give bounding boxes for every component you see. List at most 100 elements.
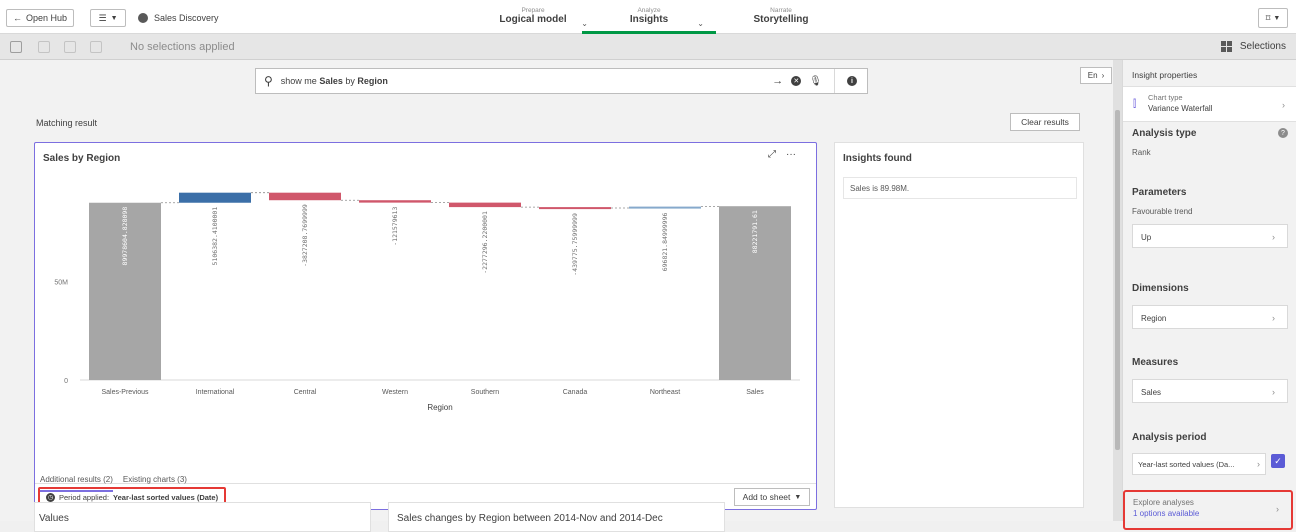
microphone-icon[interactable]: 🎙︎ — [809, 76, 822, 87]
tab-existing-charts[interactable]: Existing charts (3) — [123, 470, 187, 492]
clear-all-icon[interactable] — [90, 41, 102, 53]
scrollbar-thumb[interactable] — [1115, 110, 1120, 450]
waterfall-bar — [179, 192, 251, 203]
tab-analyze-label: Insights — [629, 14, 669, 25]
insight-properties-panel: Insight properties ⫿ Chart type Variance… — [1122, 60, 1296, 530]
waterfall-bar — [539, 207, 611, 210]
measure-value: Sales — [1141, 388, 1162, 397]
search-icon: ⚲ — [264, 74, 273, 88]
values-card[interactable]: Values — [34, 502, 371, 532]
x-tick-label: Southern — [471, 389, 500, 396]
x-tick-label: Sales-Previous — [101, 389, 149, 396]
tab-analyze-caption: Analyze — [637, 7, 661, 14]
add-to-sheet-button[interactable]: Add to sheet ▼ — [734, 488, 810, 506]
chevron-right-icon: › — [1282, 100, 1285, 110]
data-label: 5106382.4100001 — [211, 207, 219, 266]
tab-narrate-label: Storytelling — [753, 14, 809, 25]
search-text-dimension: Region — [357, 76, 388, 86]
app-icon — [138, 13, 148, 23]
waterfall-bar — [629, 206, 701, 209]
period-label: Period applied: — [59, 492, 110, 502]
submit-arrow-icon[interactable]: → — [772, 75, 783, 87]
step-back-icon[interactable] — [38, 41, 50, 53]
caret-down-icon: ▼ — [110, 14, 118, 22]
smart-search-icon[interactable] — [10, 41, 22, 53]
insights-panel: Insights found Sales is 89.98M. — [834, 142, 1084, 508]
data-label: 89978604.828098 — [121, 207, 129, 266]
x-tick-label: Central — [294, 389, 317, 396]
analysis-type-value: Rank — [1132, 148, 1151, 157]
favourable-trend-field[interactable]: Up › — [1132, 224, 1288, 248]
app-name-label: Sales Discovery — [154, 13, 219, 23]
insight-search-bar[interactable]: ⚲ show me Sales by Region → ✕ 🎙︎ i — [255, 68, 868, 94]
language-button[interactable]: En › — [1080, 67, 1112, 84]
period-value: Year-last sorted values (Date) — [113, 492, 219, 502]
selections-grid-icon — [1220, 41, 1232, 52]
results-tabs: Additional results (2) Existing charts (… — [40, 470, 187, 492]
chevron-right-icon: › — [1272, 387, 1275, 397]
selection-bar: No selections applied Selections — [0, 34, 1296, 60]
chevron-down-icon[interactable]: ⌄ — [697, 19, 704, 28]
data-label: -3827208.7699999 — [301, 204, 309, 267]
chart-type-selector[interactable]: ⫿ Chart type Variance Waterfall › — [1123, 86, 1296, 122]
apply-period-button[interactable]: ✓ — [1271, 454, 1285, 468]
hamburger-icon: ☰ — [98, 12, 107, 23]
search-text-measure: Sales — [319, 76, 343, 86]
open-hub-label: Open Hub — [26, 13, 68, 23]
sales-changes-card[interactable]: Sales changes by Region between 2014-Nov… — [388, 502, 725, 532]
info-icon[interactable]: i — [847, 76, 857, 86]
search-input[interactable]: show me Sales by Region — [281, 76, 388, 86]
tab-prepare-caption: Prepare — [521, 7, 545, 14]
open-hub-button[interactable]: ← Open Hub — [6, 9, 75, 27]
x-tick-label: Sales — [746, 389, 764, 396]
waterfall-bar — [449, 202, 521, 208]
app-title: Sales Discovery — [138, 13, 219, 23]
no-selections-text: No selections applied — [130, 41, 235, 53]
selections-button[interactable]: Selections — [1220, 41, 1286, 52]
chart-type-value: Variance Waterfall — [1148, 104, 1213, 113]
search-text-connector: by — [342, 76, 358, 86]
favourable-trend-label: Favourable trend — [1132, 207, 1193, 216]
data-label: -2277296.2200001 — [481, 211, 489, 274]
waterfall-bar — [269, 192, 341, 201]
chevron-right-icon: › — [1272, 313, 1275, 323]
data-label: 696821.84999996 — [661, 213, 669, 272]
tab-additional-results[interactable]: Additional results (2) — [40, 470, 113, 492]
clear-search-icon[interactable]: ✕ — [791, 76, 802, 86]
navigation-menu-button[interactable]: ☰ ▼ — [90, 9, 126, 27]
main-scrollbar[interactable] — [1113, 60, 1122, 521]
chevron-right-icon: › — [1272, 232, 1275, 242]
x-tick-label: International — [196, 389, 235, 396]
explore-analyses-label: Explore analyses — [1133, 498, 1194, 507]
tab-analyze[interactable]: Analyze Insights ⌄ — [582, 5, 716, 34]
analysis-period-label: Analysis period — [1132, 432, 1207, 443]
tab-prepare[interactable]: Prepare Logical model ⌄ — [466, 5, 600, 34]
data-label: -121579613 — [391, 207, 399, 246]
insight-item[interactable]: Sales is 89.98M. — [843, 177, 1077, 199]
values-card-title: Values — [39, 513, 69, 524]
language-label: En — [1087, 71, 1098, 80]
data-label: -439775.75999999 — [571, 213, 579, 276]
divider — [834, 69, 835, 93]
explore-analyses-panel[interactable]: Explore analyses 1 options available › — [1123, 490, 1293, 530]
options-available-link[interactable]: 1 options available — [1133, 509, 1283, 518]
sales-changes-card-title: Sales changes by Region between 2014-Nov… — [397, 513, 663, 524]
step-forward-icon[interactable] — [64, 41, 76, 53]
tab-narrate[interactable]: Narrate Storytelling — [714, 5, 848, 34]
analysis-period-field[interactable]: Year-last sorted values (Da... › — [1132, 453, 1266, 475]
measures-label: Measures — [1132, 357, 1179, 368]
selections-label: Selections — [1239, 41, 1286, 52]
favourable-trend-value: Up — [1141, 233, 1152, 242]
chart-card[interactable]: Sales by Region ⤢ ··· 0 50M 89978604.82809… — [34, 142, 817, 510]
dimension-field[interactable]: Region › — [1132, 305, 1288, 329]
tab-prepare-label: Logical model — [499, 14, 567, 25]
chevron-right-icon: › — [1257, 459, 1260, 469]
help-icon[interactable]: ? — [1278, 128, 1288, 138]
dimensions-label: Dimensions — [1132, 283, 1189, 294]
x-tick-label: Western — [382, 389, 408, 396]
bookmark-button[interactable]: ⌑ ▼ — [1258, 8, 1288, 28]
clear-results-button[interactable]: Clear results — [1010, 113, 1080, 131]
caret-down-icon: ▼ — [794, 493, 802, 501]
chevron-right-icon: › — [1101, 71, 1105, 80]
measure-field[interactable]: Sales › — [1132, 379, 1288, 403]
